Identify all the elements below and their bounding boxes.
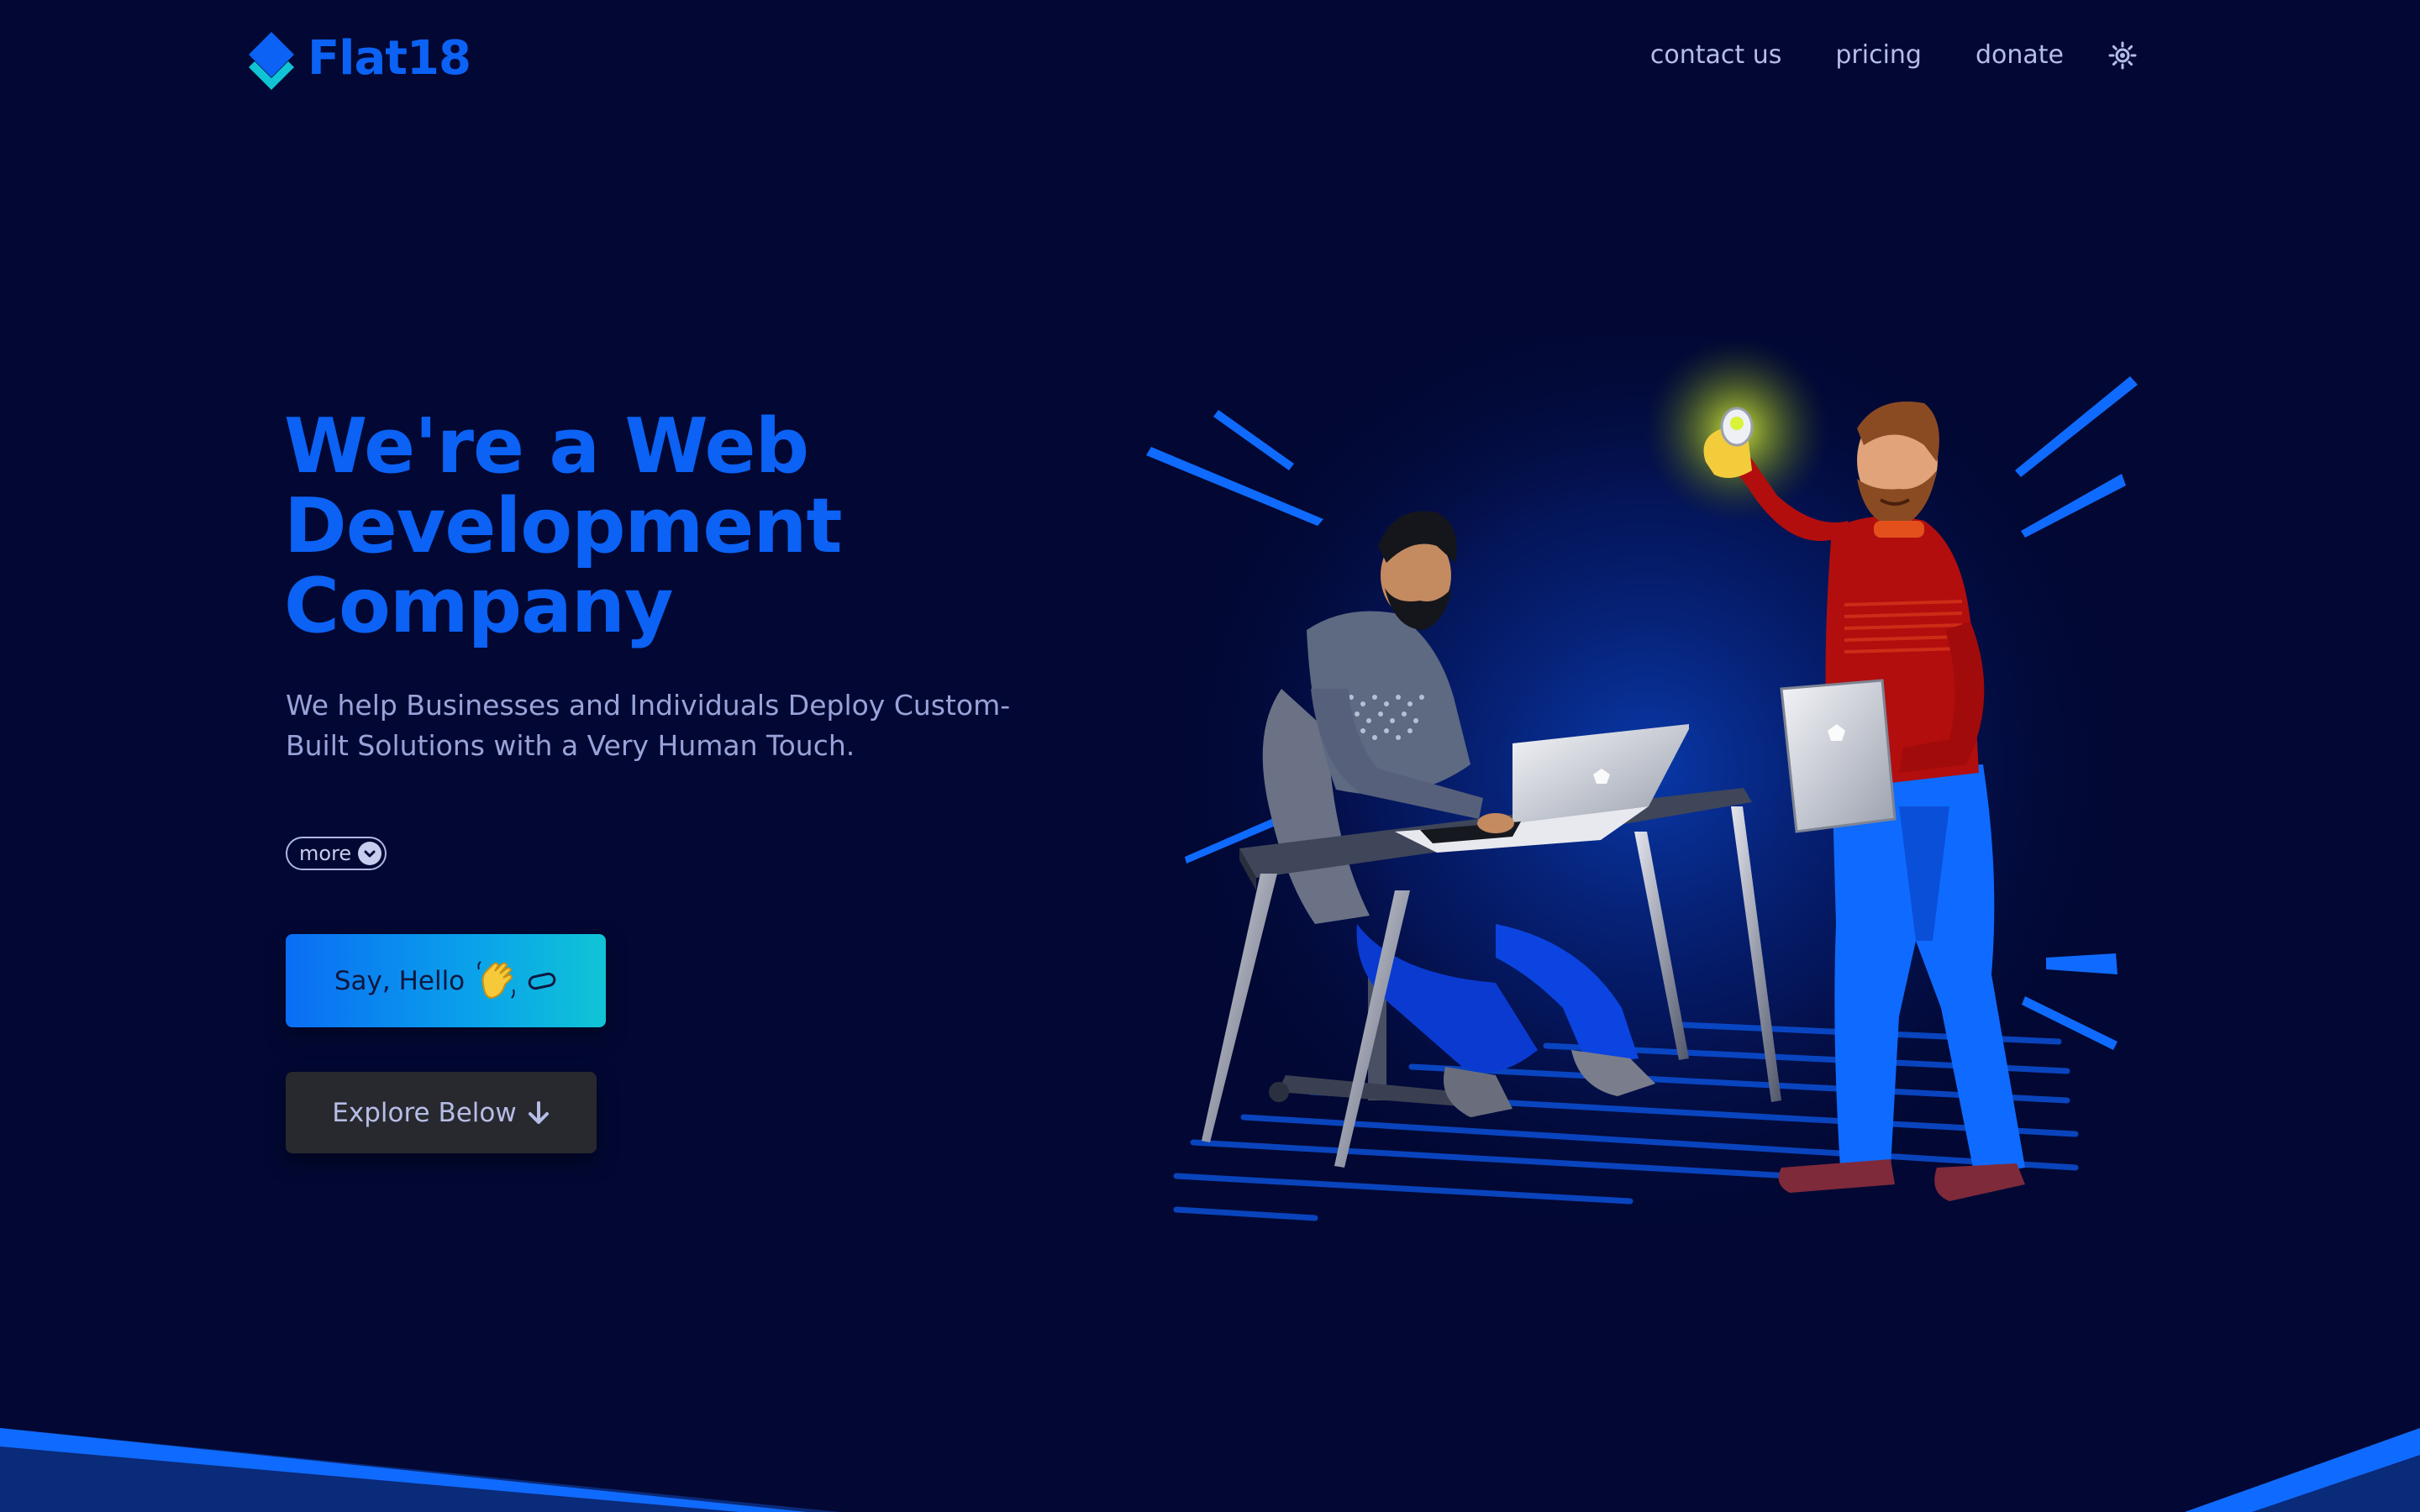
- explore-below-button[interactable]: Explore Below: [286, 1072, 597, 1153]
- chevron-down-icon: [358, 842, 382, 865]
- nav-contact-us[interactable]: contact us: [1650, 43, 1781, 68]
- hero-subtitle-line: Built Solutions with a Very Human Touch.: [286, 729, 855, 762]
- brand-name: Flat18: [308, 31, 471, 86]
- footer-stripes: [0, 1428, 2420, 1512]
- say-hello-label: Say, Hello: [334, 965, 466, 996]
- hero-subtitle-line: We help Businesses and Individuals Deplo…: [286, 689, 1011, 722]
- hero-title: We're a Web Development Company: [284, 407, 1040, 646]
- sun-icon: [2108, 41, 2137, 70]
- hero-title-line: Development: [284, 482, 842, 570]
- main-nav: contact us pricing donate: [1650, 30, 2139, 81]
- hero-title-line: We're a Web: [284, 402, 809, 491]
- arrow-down-icon: [528, 1100, 549, 1124]
- explore-below-label: Explore Below: [332, 1097, 517, 1128]
- hero-title-line: Company: [284, 562, 674, 650]
- more-toggle-button[interactable]: more: [286, 837, 387, 870]
- logo-diamond-icon: [249, 32, 294, 90]
- nav-donate[interactable]: donate: [1975, 43, 2064, 68]
- nav-pricing[interactable]: pricing: [1835, 43, 1922, 68]
- hero-subtitle: We help Businesses and Individuals Deplo…: [286, 685, 1042, 766]
- developer-illustration: [1146, 336, 2138, 1294]
- theme-toggle-button[interactable]: [2106, 39, 2139, 72]
- brand-logo[interactable]: Flat18: [245, 24, 471, 94]
- more-label: more: [299, 842, 352, 865]
- say-hello-button[interactable]: Say, Hello: [286, 934, 606, 1027]
- landing-page: Flat18 contact us pricing donate We're a…: [0, 0, 2420, 1512]
- hero-illustration: [1143, 336, 2151, 1294]
- link-icon: [528, 972, 556, 990]
- waving-hand-icon: [477, 960, 515, 999]
